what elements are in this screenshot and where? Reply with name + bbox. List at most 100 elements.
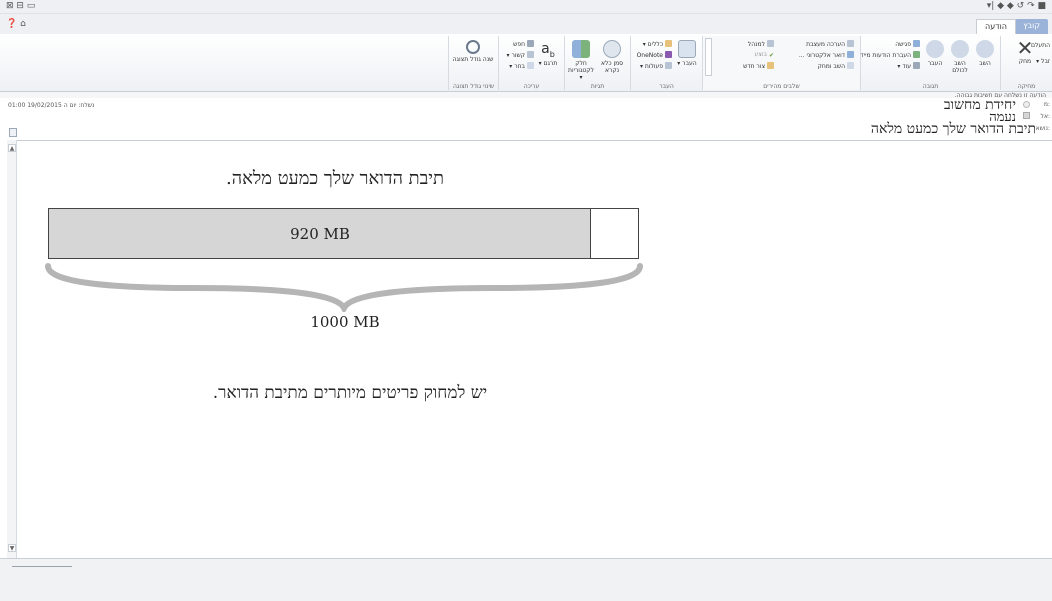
scroll-down-icon[interactable]: ▼ [8,544,16,552]
message-subject: תיבת הדואר שלך כמעט מלאה [870,121,1036,137]
done-icon: ✔ [768,52,774,59]
create-new-icon [767,62,774,69]
reply-button[interactable]: השב [974,40,996,67]
group-respond-label: תגובה [922,83,939,90]
translate-icon: ab [541,41,555,59]
group-move: העבר ▾ כללים ▾ OneNote פעולות ▾ העבר [630,36,702,90]
related-icon [527,51,534,58]
mark-unread-label: סמן כלא נקרא [600,60,624,74]
junk-button[interactable]: זבל ▾ [1036,58,1050,66]
from-field-label: מ: [1043,101,1050,108]
title-bar: ⊠ ⊟ ▭ ▾| ◆ ◆ ↺ ↷ ■ [0,0,1052,14]
mailbox-used-label: 920 MB [290,224,350,243]
email-icon [847,51,854,58]
group-quick-steps: הערכה מעצבת למנהל דואר אלקטרוני ... ✔בוצ… [702,36,860,90]
bottom-divider [12,566,72,567]
group-quick-steps-label: שלבים מהירים [763,83,800,90]
im-icon [913,51,920,58]
vertical-scrollbar[interactable]: ▲ ▼ [7,140,17,558]
mailbox-usage-bar: 920 MB [48,208,639,259]
group-editing: ab תרגם ▾ חפש קשור ▾ בחר ▾ עריכה [498,36,564,90]
onenote-label: OneNote [636,52,663,59]
sent-date: נשלח: יום ה 19/02/2015 01:00 [8,102,95,109]
group-respond: השב השב לכולם העבר פגישה העברת הודעות מי… [850,36,1000,90]
scroll-up-icon[interactable]: ▲ [8,144,16,152]
ruler-toggle-icon[interactable] [9,128,17,137]
ribbon: ✕ מחק התעלם זבל ▾ מחיקה השב השב לכולם הע… [0,34,1052,92]
find-icon [527,40,534,47]
related-button[interactable]: קשור ▾ [507,51,534,60]
more-button[interactable]: עוד ▾ [897,62,920,71]
onenote-button[interactable]: OneNote [637,51,672,60]
tab-message[interactable]: הודעה [975,19,1016,34]
group-delete: ✕ מחק התעלם זבל ▾ מחיקה [1000,36,1052,90]
move-label: העבר ▾ [677,60,697,67]
quickstep-4-label: בוצע [754,51,767,58]
more-icon [913,62,920,69]
select-button[interactable]: בחר ▾ [509,62,534,71]
ignore-button[interactable]: התעלם [1031,42,1050,50]
reply-all-label: השב לכולם [952,60,968,74]
quickstep-6[interactable]: צור חדש [743,62,774,71]
reply-delete-icon [847,62,854,69]
move-icon [678,40,696,58]
group-tags: סמן כלא נקרא חלק לקטגוריות ▾ תגיות [564,36,630,90]
mailbox-total-label: 1000 MB [310,313,380,331]
translate-label: תרגם ▾ [538,60,558,67]
quickstep-1[interactable]: הערכה מעצבת [806,40,854,49]
message-body [7,140,1052,558]
actions-button[interactable]: פעולות ▾ [640,62,672,71]
reply-all-button[interactable]: השב לכולם [948,40,972,74]
select-label: בחר ▾ [509,63,525,70]
onenote-icon [665,51,672,58]
im-button[interactable]: העברת הודעות מיידית ▾ [850,51,920,60]
move-button[interactable]: העבר ▾ [676,40,698,67]
quickstep-icon [767,40,774,47]
actions-label: פעולות ▾ [639,63,663,70]
more-label: עוד ▾ [897,63,911,70]
quickstep-scroll[interactable] [705,38,712,76]
rules-button[interactable]: כללים ▾ [643,40,672,49]
tab-file[interactable]: קובץ [1015,19,1048,34]
meeting-button[interactable]: פגישה [895,40,920,49]
capacity-brace [45,263,643,312]
quickstep-1-label: הערכה מעצבת [806,41,845,48]
group-zoom: שנה גודל תצוגה שינוי גודל תצוגה [448,36,498,90]
reply-label: השב [979,60,991,67]
quickstep-3[interactable]: דואר אלקטרוני ... [799,51,854,60]
meeting-icon [913,40,920,47]
rules-label: כללים ▾ [642,41,663,48]
quickstep-5-label: השב ומחק [817,63,845,70]
window-controls-icon[interactable]: ⊠ ⊟ ▭ [6,1,35,11]
reply-icon [976,40,994,58]
find-button[interactable]: חפש [513,40,534,49]
quickstep-4[interactable]: ✔בוצע [755,51,774,59]
to-field-label: אל: [1040,113,1050,120]
quickstep-2[interactable]: למנהל [748,40,774,49]
instruction-text: יש למחוק פריטים מיותרים מתיבת הדואר. [212,383,488,403]
content-title: תיבת הדואר שלך כמעט מלאה. [226,168,444,189]
categorize-icon [572,40,590,58]
group-tags-label: תגיות [590,83,605,90]
forward-label: העבר [927,60,943,67]
help-icon[interactable]: ❓ ⌂ [6,19,26,29]
zoom-label: שנה גודל תצוגה [452,56,494,63]
forward-icon [926,40,944,58]
translate-button[interactable]: ab תרגם ▾ [536,40,560,67]
select-icon [527,62,534,69]
quickstep-6-label: צור חדש [743,63,765,70]
forward-button[interactable]: העבר [924,40,946,67]
group-delete-label: מחיקה [1017,83,1036,90]
quick-access-toolbar[interactable]: ▾| ◆ ◆ ↺ ↷ ■ [987,1,1046,11]
categorize-button[interactable]: חלק לקטגוריות ▾ [566,40,596,81]
quickstep-5[interactable]: השב ומחק [818,62,854,71]
categorize-label: חלק לקטגוריות ▾ [568,60,594,81]
unread-icon [603,40,621,58]
related-label: קשור ▾ [506,52,525,59]
zoom-button[interactable]: שנה גודל תצוגה [452,40,494,63]
rules-icon [665,40,672,47]
mark-unread-button[interactable]: סמן כלא נקרא [598,40,626,74]
meeting-label: פגישה [895,41,911,48]
group-move-label: העבר [659,83,674,90]
find-label: חפש [513,41,525,48]
